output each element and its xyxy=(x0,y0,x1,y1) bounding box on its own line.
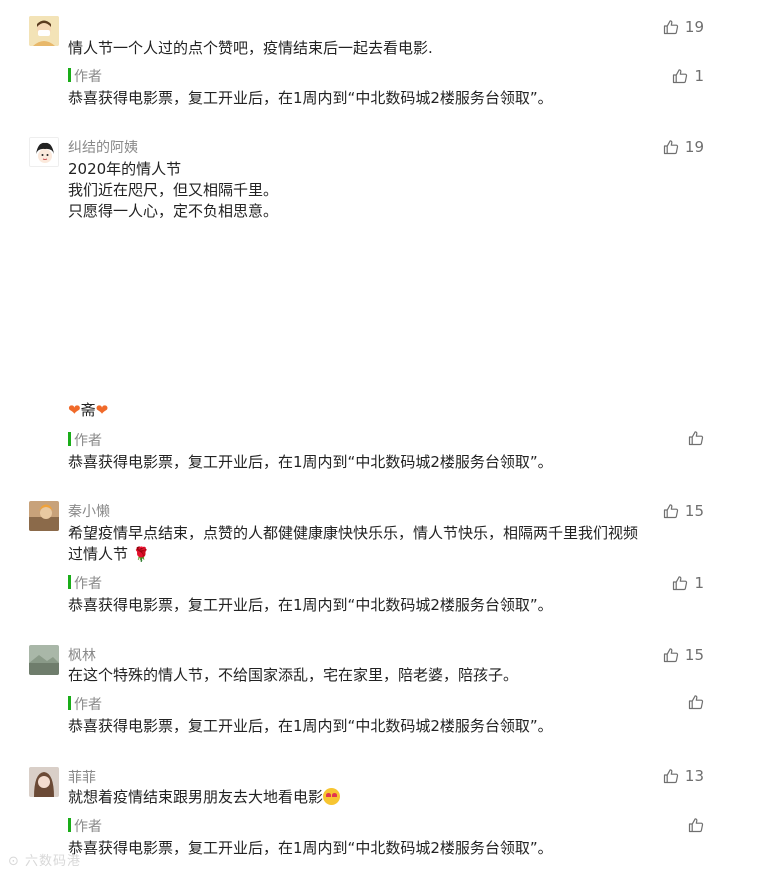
like-button[interactable]: 15 xyxy=(663,502,704,520)
author-reply-marker xyxy=(68,696,71,710)
comment-text: 希望疫情早点结束，点赞的人都健健康康快快乐乐，情人节快乐，相隔两千里我们视频 过… xyxy=(68,524,639,563)
author-reply-marker xyxy=(68,68,71,82)
comment-text: 2020年的情人节 我们近在咫尺，但又相隔千里。 只愿得一人心，定不负相思意。 xyxy=(68,160,279,220)
reply-author-label: 作者 xyxy=(74,576,102,592)
landscape-avatar[interactable] xyxy=(29,645,59,675)
comment-nickname: 纠结的阿姨 xyxy=(68,140,138,156)
thumb-up-icon xyxy=(688,817,704,833)
thumb-up-icon xyxy=(663,647,679,663)
thumb-up-icon xyxy=(663,139,679,155)
thumb-up-icon xyxy=(663,503,679,519)
like-button[interactable]: 13 xyxy=(663,767,704,785)
heart-eyes-emoji-icon xyxy=(323,788,341,805)
reply-like-button[interactable] xyxy=(688,694,704,710)
thumb-up-icon xyxy=(663,768,679,784)
like-count: 19 xyxy=(684,138,704,156)
like-button[interactable]: 15 xyxy=(663,646,704,664)
thumb-up-icon xyxy=(688,430,704,446)
watermark: ⊙ 六数码港 xyxy=(8,854,82,869)
like-button[interactable]: 19 xyxy=(663,138,704,156)
reply-text: 恭喜获得电影票，复工开业后，在1周内到“中北数码城2楼服务台领取”。 xyxy=(68,717,553,735)
reply-text: 恭喜获得电影票，复工开业后，在1周内到“中北数码城2楼服务台领取”。 xyxy=(68,89,553,107)
cartoon-girl-avatar[interactable] xyxy=(29,137,59,167)
reply-like-count: 1 xyxy=(694,67,704,85)
comment-nickname: 菲菲 xyxy=(68,770,96,786)
reply-text: 恭喜获得电影票，复工开业后，在1周内到“中北数码城2楼服务台领取”。 xyxy=(68,453,553,471)
orange-heart-icon: ❤ xyxy=(95,401,109,419)
reply-text: 恭喜获得电影票，复工开业后，在1周内到“中北数码城2楼服务台领取”。 xyxy=(68,596,553,614)
comment-text: 在这个特殊的情人节，不给国家添乱，宅在家里，陪老婆，陪孩子。 xyxy=(68,666,519,684)
like-count: 19 xyxy=(684,18,704,36)
reply-like-button[interactable]: 1 xyxy=(672,574,704,592)
author-reply-marker xyxy=(68,818,71,832)
thumb-up-icon xyxy=(688,694,704,710)
comment-text: 就想着疫情结束跟男朋友去大地看电影 xyxy=(68,787,708,808)
comment-text: 情人节一个人过的点个赞吧，疫情结束后一起去看电影. xyxy=(68,39,433,57)
reply-like-button[interactable] xyxy=(688,430,704,446)
portrait-avatar[interactable] xyxy=(29,767,59,797)
reply-author-label: 作者 xyxy=(74,433,102,449)
like-count: 13 xyxy=(684,767,704,785)
reply-like-count: 1 xyxy=(694,574,704,592)
reply-like-button[interactable]: 1 xyxy=(672,67,704,85)
like-count: 15 xyxy=(684,502,704,520)
comment-text-trailing: ❤斋❤ xyxy=(68,401,109,419)
thumb-up-icon xyxy=(663,19,679,35)
author-reply-marker xyxy=(68,432,71,446)
reply-like-button[interactable] xyxy=(688,817,704,833)
photo-avatar[interactable] xyxy=(29,501,59,531)
masked-person-avatar[interactable] xyxy=(29,16,59,46)
reply-author-label: 作者 xyxy=(74,69,102,85)
thumb-up-icon xyxy=(672,575,688,591)
rose-icon: 🌹 xyxy=(132,547,151,563)
reply-author-label: 作者 xyxy=(74,697,102,713)
reply-author-label: 作者 xyxy=(74,819,102,835)
like-count: 15 xyxy=(684,646,704,664)
like-button[interactable]: 19 xyxy=(663,18,704,36)
orange-heart-icon: ❤ xyxy=(68,401,81,419)
comment-nickname: 枫林 xyxy=(68,648,96,664)
reply-text: 恭喜获得电影票，复工开业后，在1周内到“中北数码城2楼服务台领取”。 xyxy=(68,839,553,857)
author-reply-marker xyxy=(68,575,71,589)
thumb-up-icon xyxy=(672,68,688,84)
comment-nickname: 秦小懒 xyxy=(68,504,110,520)
